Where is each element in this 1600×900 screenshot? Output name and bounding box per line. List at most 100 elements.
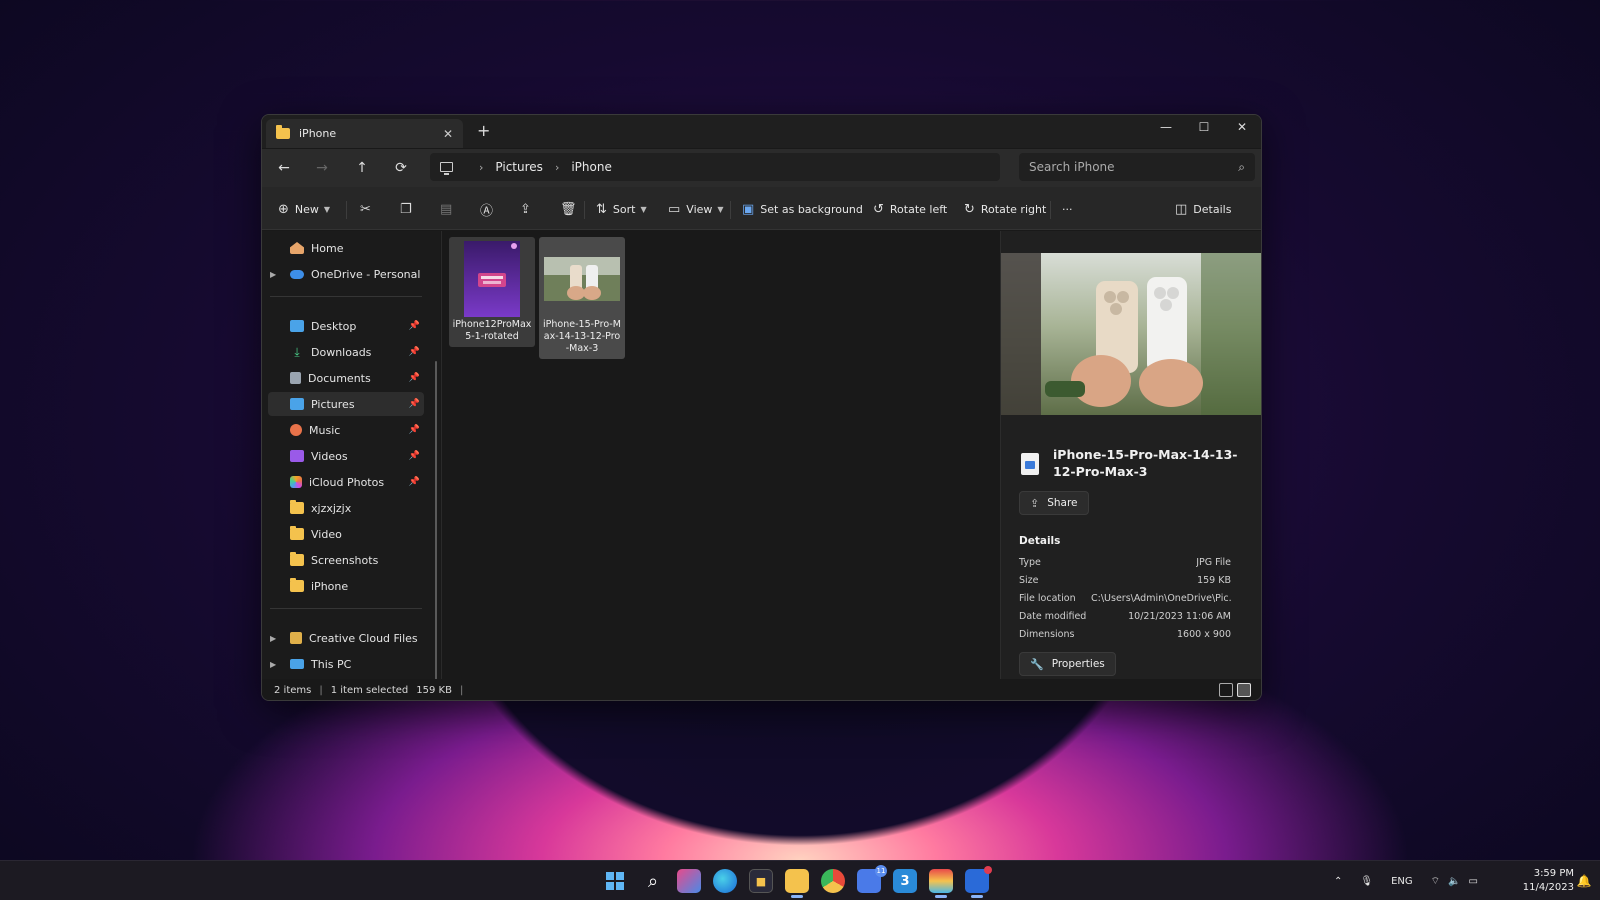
file-thumbnail [544, 241, 620, 317]
rotate-left-label: Rotate left [889, 202, 948, 216]
store-bag-icon: ■ [755, 874, 767, 888]
wallpaper-icon: ▣ [742, 201, 755, 217]
search-input[interactable] [1029, 160, 1239, 174]
search-icon[interactable]: ⌕ [1238, 160, 1245, 175]
copy-button[interactable]: ❐ [400, 198, 412, 220]
sidebar-item-label: Screenshots [311, 553, 379, 567]
chrome-icon[interactable] [821, 869, 845, 893]
store-icon[interactable]: ■ [749, 869, 773, 893]
sidebar-item-downloads[interactable]: ⤓ Downloads 📌 [268, 340, 424, 364]
chevron-right-icon[interactable]: ▶ [270, 660, 276, 669]
chevron-right-icon[interactable]: ▶ [270, 270, 276, 279]
folder-icon [290, 500, 304, 514]
sidebar-item-home[interactable]: Home [268, 236, 424, 260]
set-as-background-button[interactable]: ▣ Set as background [742, 198, 863, 220]
file-explorer-icon[interactable] [785, 869, 809, 898]
wifi-icon[interactable]: ⌔ [1431, 875, 1440, 888]
sidebar-item-screenshots[interactable]: Screenshots [268, 548, 424, 572]
iphone-hands-thumbnail [544, 257, 620, 301]
sidebar-item-onedrive[interactable]: ▶ OneDrive - Personal [268, 262, 424, 286]
refresh-button[interactable]: ⟳ [389, 157, 413, 179]
sidebar-item-xjzxjzjx[interactable]: xjzxjzjx [268, 496, 424, 520]
detail-key: Type [1019, 557, 1041, 568]
messaging-icon[interactable]: 11 [857, 865, 887, 893]
sidebar-item-video[interactable]: Video [268, 522, 424, 546]
sidebar-item-videos[interactable]: Videos 📌 [268, 444, 424, 468]
sidebar-item-documents[interactable]: Documents 📌 [268, 366, 424, 390]
large-icons-view-button[interactable] [1237, 683, 1251, 697]
view-button[interactable]: ▭ View ▼ [668, 198, 724, 220]
copilot-icon[interactable] [677, 869, 701, 893]
file-item[interactable]: iPhone12ProMax5-1-rotated [449, 237, 535, 347]
maximize-button[interactable]: ☐ [1185, 115, 1223, 139]
rotate-right-button[interactable]: ↻ Rotate right [964, 198, 1046, 220]
new-tab-button[interactable]: + [477, 121, 490, 140]
properties-label: Properties [1051, 658, 1105, 670]
navigation-pane: Home ▶ OneDrive - Personal Desktop 📌 ⤓ D… [262, 231, 440, 700]
sidebar-scrollbar[interactable] [435, 361, 437, 700]
cut-button[interactable]: ✂ [360, 198, 371, 220]
language-indicator[interactable]: ENG [1391, 876, 1413, 887]
chevron-up-icon[interactable]: ⌃ [1334, 876, 1342, 887]
up-button[interactable]: ↑ [350, 157, 374, 179]
window-controls: — ☐ ✕ [1147, 115, 1261, 139]
preview-share-button[interactable]: ⇪ Share [1019, 491, 1089, 515]
start-icon[interactable] [603, 869, 627, 893]
sidebar-item-desktop[interactable]: Desktop 📌 [268, 314, 424, 338]
close-window-button[interactable]: ✕ [1223, 115, 1261, 139]
paste-button[interactable]: ▤ [440, 198, 452, 220]
sidebar-item-icloud-photos[interactable]: iCloud Photos 📌 [268, 470, 424, 494]
volume-icon[interactable]: 🔈 [1448, 876, 1460, 887]
clipboard-icon: ▤ [440, 201, 453, 217]
details-view-button[interactable] [1219, 683, 1233, 697]
sidebar-item-creative-cloud[interactable]: ▶ Creative Cloud Files [268, 626, 424, 650]
clock[interactable]: 3:59 PM 11/4/2023 [1518, 867, 1574, 895]
notification-bell-icon[interactable]: 🔔 [1576, 871, 1592, 891]
folder-icon [290, 552, 304, 566]
sidebar-item-pictures[interactable]: Pictures 📌 [268, 392, 424, 416]
folder-icon [290, 578, 304, 592]
mail-icon[interactable] [965, 866, 992, 898]
cloud-icon [290, 269, 304, 279]
sidebar-item-music[interactable]: Music 📌 [268, 418, 424, 442]
new-button[interactable]: ⊕ New ▼ [278, 198, 330, 220]
rename-button[interactable]: Ⓐ [480, 198, 493, 220]
sidebar-item-label: Documents [308, 371, 371, 385]
share-button[interactable]: ⇪ [520, 198, 531, 220]
sidebar-item-iphone[interactable]: iPhone [268, 574, 424, 598]
detail-value[interactable]: C:\Users\Admin\OneDrive\Pic... [1091, 593, 1231, 609]
sidebar-item-label: iPhone [311, 579, 349, 593]
detail-key: Size [1019, 575, 1039, 586]
delete-button[interactable]: 🗑 [560, 198, 577, 220]
file-item[interactable]: iPhone-15-Pro-Max-14-13-12-Pro-Max-3 [539, 237, 625, 359]
breadcrumb-iphone[interactable]: iPhone [571, 160, 612, 174]
title-bar: iPhone ✕ + — ☐ ✕ [262, 115, 1261, 148]
search-icon[interactable]: ⌕ [641, 869, 665, 893]
detail-value: 10/21/2023 11:06 AM [1128, 611, 1231, 622]
details-pane-button[interactable]: ◫ Details [1175, 198, 1231, 220]
rotate-left-button[interactable]: ↺ Rotate left [873, 198, 947, 220]
microphone-icon[interactable]: 🎙 [1360, 876, 1373, 887]
chevron-right-icon[interactable]: ▶ [270, 634, 276, 643]
sort-label: Sort [612, 202, 636, 216]
tab-close-icon[interactable]: ✕ [443, 127, 453, 141]
back-button[interactable]: ← [272, 157, 296, 179]
address-bar[interactable]: › Pictures › iPhone [430, 153, 1000, 181]
photos-app-icon[interactable] [929, 869, 953, 898]
status-divider: | [319, 685, 323, 696]
sidebar-item-this-pc[interactable]: ▶ This PC [268, 652, 424, 676]
tab-title: iPhone [299, 127, 337, 140]
tab-iphone[interactable]: iPhone ✕ [266, 119, 463, 148]
edge-icon[interactable] [713, 869, 737, 893]
breadcrumb-pictures[interactable]: Pictures [495, 160, 543, 174]
details-label: Details [1193, 202, 1232, 216]
sort-button[interactable]: ⇅ Sort ▼ [596, 198, 647, 220]
minimize-button[interactable]: — [1147, 115, 1185, 139]
see-more-button[interactable]: ··· [1062, 198, 1073, 220]
file-explorer-window: iPhone ✕ + — ☐ ✕ ← → ↑ ⟳ › Pictures › iP… [261, 114, 1262, 701]
app-3-icon[interactable]: 3 [893, 869, 917, 893]
forward-button[interactable]: → [310, 157, 334, 179]
properties-button[interactable]: 🔧 Properties [1019, 652, 1116, 676]
pin-icon: 📌 [408, 347, 420, 357]
battery-icon[interactable]: ▭ [1469, 876, 1478, 887]
